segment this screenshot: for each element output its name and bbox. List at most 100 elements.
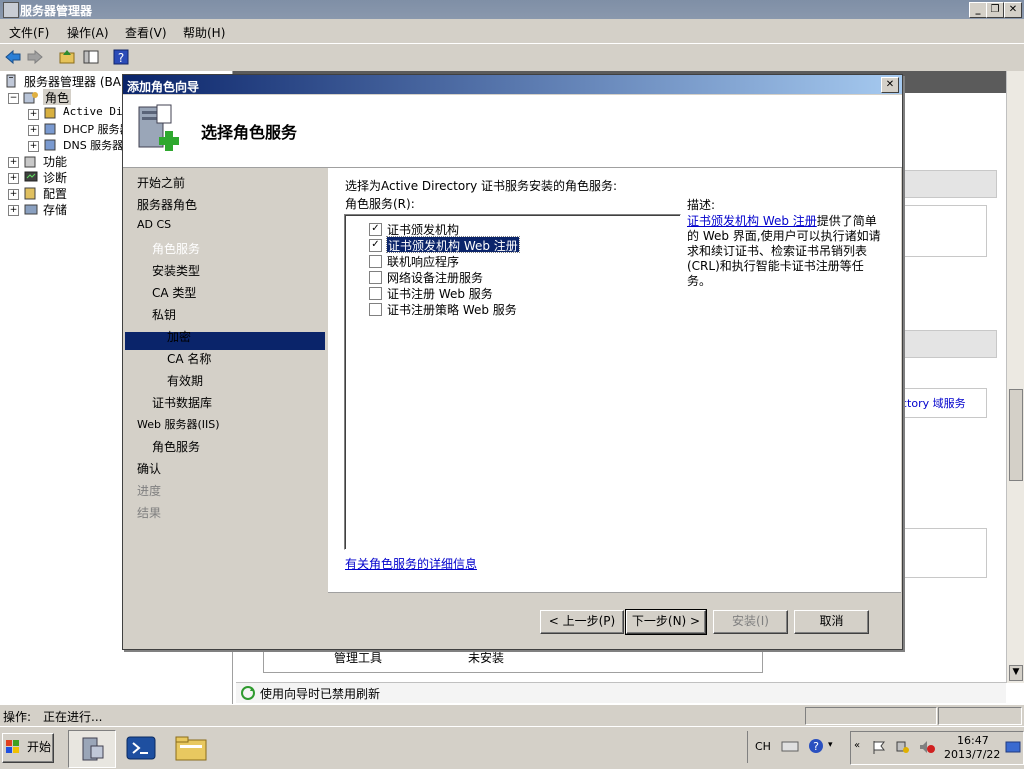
help-circle-icon[interactable]: ?	[808, 738, 824, 754]
tree-item-configuration[interactable]: 配置	[43, 185, 67, 201]
checkbox-ca-web-enrollment[interactable]: ✓	[369, 239, 382, 252]
forward-arrow-icon[interactable]	[26, 48, 44, 66]
role-service-cert-enrollment-policy-web-service[interactable]: 证书注册策略 Web 服务	[387, 301, 517, 317]
previous-button[interactable]: < 上一步(P)	[540, 610, 624, 634]
details-section-header	[900, 170, 997, 198]
tree-item-dhcp[interactable]: DHCP 服务器	[63, 121, 131, 137]
role-services-list[interactable]: ✓ 证书颁发机构 ✓ 证书颁发机构 Web 注册 联机响应程序 网络设备注册服务…	[344, 214, 681, 550]
show-hidden-icons-chevron[interactable]: «	[854, 740, 860, 751]
main-title-bar: 服务器管理器 _ ❐ ✕	[0, 0, 1024, 19]
configuration-icon	[24, 187, 36, 200]
step-before-you-begin[interactable]: 开始之前	[137, 174, 185, 191]
menu-file[interactable]: 文件(F)	[9, 24, 49, 41]
start-label: 开始	[26, 740, 51, 754]
role-service-cert-enrollment-web-service[interactable]: 证书注册 Web 服务	[387, 285, 493, 301]
role-service-ca[interactable]: 证书颁发机构	[387, 221, 459, 237]
menu-view[interactable]: 查看(V)	[125, 24, 167, 41]
role-service-ca-web-enrollment[interactable]: 证书颁发机构 Web 注册	[386, 236, 520, 253]
help-icon[interactable]: ?	[112, 48, 130, 66]
cancel-button[interactable]: 取消	[794, 610, 869, 634]
refresh-notice-text: 使用向导时已禁用刷新	[260, 687, 381, 701]
checkbox-online-responder[interactable]	[369, 255, 382, 268]
step-server-roles[interactable]: 服务器角色	[137, 196, 197, 213]
taskbar: 开始 CH ? ▾ « 16:47 2013/7/22	[0, 726, 1024, 769]
start-button[interactable]: 开始	[2, 733, 54, 763]
expand-diagnostics-toggle[interactable]: +	[8, 173, 19, 184]
tree-item-active-directory[interactable]: Active Dir	[63, 105, 129, 121]
step-certificate-database[interactable]: 证书数据库	[152, 394, 212, 411]
expand-storage-toggle[interactable]: +	[8, 205, 19, 216]
active-directory-icon	[44, 107, 56, 119]
show-desktop-icon[interactable]	[1005, 740, 1021, 754]
back-arrow-icon[interactable]	[4, 48, 22, 66]
tree-item-features[interactable]: 功能	[43, 153, 67, 169]
checkbox-ca[interactable]: ✓	[369, 223, 382, 236]
description-link[interactable]: 证书颁发机构 Web 注册	[687, 214, 817, 228]
diagnostics-icon	[24, 171, 38, 182]
volume-muted-icon[interactable]	[918, 739, 936, 755]
tree-item-storage[interactable]: 存储	[43, 201, 67, 217]
expand-configuration-toggle[interactable]: +	[8, 189, 19, 200]
step-results: 结果	[137, 506, 162, 520]
step-web-server-iis[interactable]: Web 服务器(IIS)	[137, 416, 220, 432]
tree-item-diagnostics[interactable]: 诊断	[43, 169, 67, 185]
minimize-button[interactable]: _	[969, 2, 987, 18]
step-confirmation[interactable]: 确认	[137, 460, 161, 477]
up-folder-icon[interactable]	[58, 48, 76, 66]
step-ca-type[interactable]: CA 类型	[152, 284, 196, 301]
refresh-icon	[241, 686, 255, 700]
step-setup-type[interactable]: 安装类型	[152, 262, 200, 279]
scroll-down-button[interactable]: ▼	[1009, 665, 1023, 681]
collapse-roles-toggle[interactable]: −	[8, 93, 19, 104]
menu-help[interactable]: 帮助(H)	[183, 24, 225, 41]
keyboard-icon[interactable]	[781, 739, 799, 753]
expand-dns-toggle[interactable]: +	[28, 141, 39, 152]
taskbar-server-manager-button[interactable]	[68, 730, 116, 768]
status-label: 操作:	[3, 710, 32, 724]
language-bar: CH ? ▾	[747, 731, 850, 763]
show-hide-tree-icon[interactable]	[82, 48, 100, 66]
tree-item-dns[interactable]: DNS 服务器	[63, 137, 123, 153]
role-service-online-responder[interactable]: 联机响应程序	[387, 253, 459, 269]
checkbox-cert-enrollment-web-service[interactable]	[369, 287, 382, 300]
next-button[interactable]: 下一步(N) >	[625, 609, 707, 635]
powershell-icon[interactable]	[125, 733, 157, 763]
role-service-ndes[interactable]: 网络设备注册服务	[387, 269, 483, 285]
tree-root[interactable]: 服务器管理器 (BA	[24, 73, 121, 89]
notification-area: « 16:47 2013/7/22	[850, 731, 1024, 765]
step-ca-name[interactable]: CA 名称	[167, 350, 211, 367]
clock-time[interactable]: 16:47	[957, 734, 989, 747]
options-dropdown-icon[interactable]: ▾	[828, 740, 833, 750]
scrollbar-thumb[interactable]	[1009, 389, 1023, 481]
step-role-services-selected[interactable]: 角色服务	[152, 240, 200, 257]
network-icon[interactable]	[895, 739, 911, 755]
step-ad-cs[interactable]: AD CS	[137, 218, 171, 231]
action-center-flag-icon[interactable]	[871, 739, 887, 755]
input-language-indicator[interactable]: CH	[755, 740, 771, 753]
restore-button[interactable]: ❐	[986, 2, 1004, 18]
toolbar: ?	[0, 43, 1024, 72]
more-info-link[interactable]: 有关角色服务的详细信息	[345, 555, 477, 572]
tree-item-roles[interactable]: 角色	[43, 89, 72, 105]
step-validity-period[interactable]: 有效期	[167, 372, 203, 389]
expand-dhcp-toggle[interactable]: +	[28, 125, 39, 136]
description-box: 证书颁发机构 Web 注册提供了简单的 Web 界面,使用户可以执行诸如请求和续…	[687, 214, 881, 289]
step-iis-role-services[interactable]: 角色服务	[152, 438, 200, 455]
ad-domain-services-link[interactable]: ctory 域服务	[901, 395, 966, 411]
explorer-folder-icon[interactable]	[174, 733, 208, 763]
wizard-close-button[interactable]: ✕	[881, 77, 899, 93]
svg-text:?: ?	[813, 740, 819, 753]
close-button[interactable]: ✕	[1004, 2, 1022, 18]
details-scrollbar[interactable]: ▼	[1006, 71, 1024, 683]
clock-date[interactable]: 2013/7/22	[944, 748, 1000, 761]
step-private-key[interactable]: 私钥	[152, 306, 176, 323]
checkbox-ndes[interactable]	[369, 271, 382, 284]
server-manager-tree-icon	[6, 74, 16, 88]
expand-features-toggle[interactable]: +	[8, 157, 19, 168]
checkbox-cert-enrollment-policy-web-service[interactable]	[369, 303, 382, 316]
menu-action[interactable]: 操作(A)	[67, 24, 109, 41]
step-cryptography[interactable]: 加密	[167, 328, 191, 345]
table-cell-status: 未安装	[468, 651, 505, 665]
wizard-footer: < 上一步(P) 下一步(N) > 安装(I) 取消	[328, 592, 901, 649]
expand-ad-toggle[interactable]: +	[28, 109, 39, 120]
